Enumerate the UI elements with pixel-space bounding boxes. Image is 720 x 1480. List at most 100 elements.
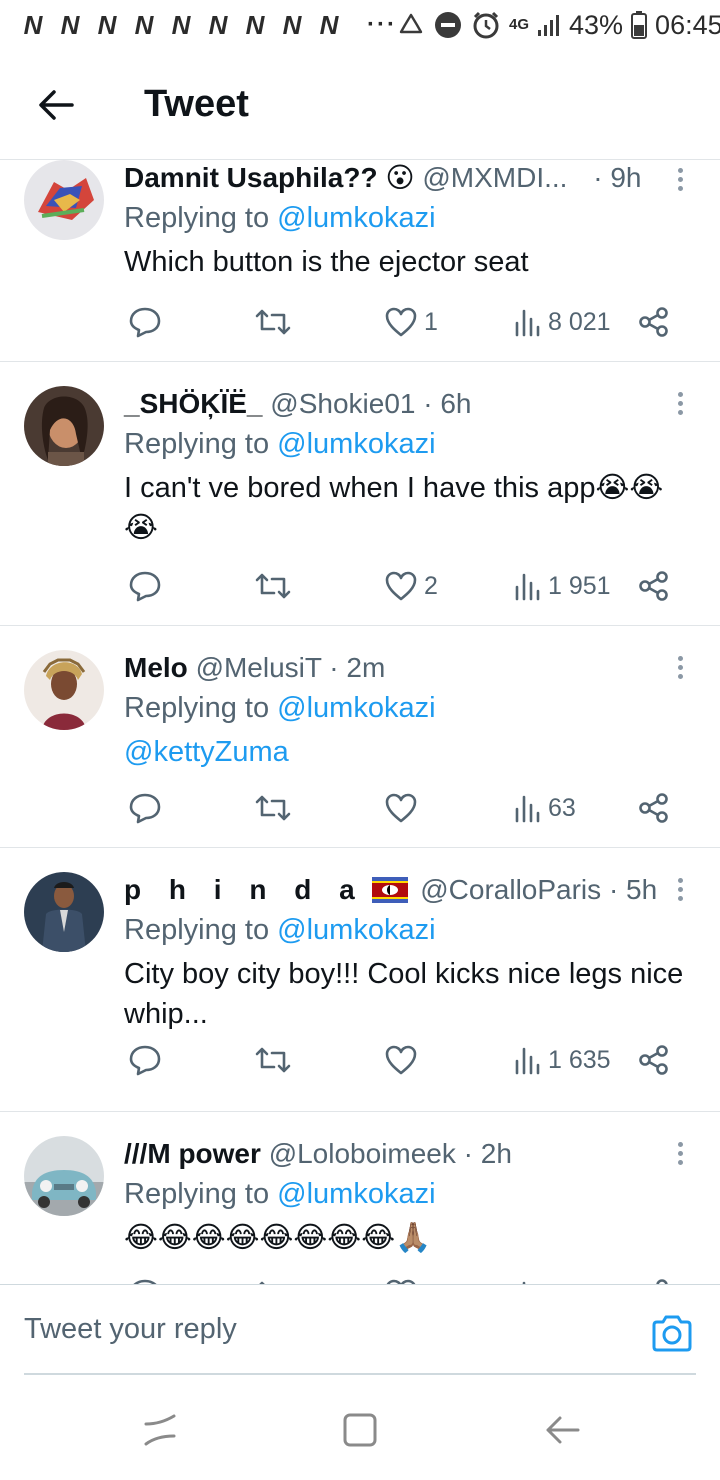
user-handle[interactable]: @MXMDI...	[422, 162, 567, 193]
back-arrow-icon	[39, 89, 74, 120]
retweet-icon	[255, 573, 291, 599]
more-options-button[interactable]	[668, 650, 692, 684]
alarm-icon	[473, 11, 499, 39]
status-right: 4G 43% 06:45	[397, 10, 720, 41]
views-button[interactable]: 8 021	[514, 302, 611, 342]
replying-to-mention[interactable]: @lumkokazi	[277, 202, 435, 234]
like-button[interactable]: 2	[384, 566, 438, 606]
reply-feed[interactable]: Damnit Usaphila?? 😮 @MXMDI... · 9h Reply…	[0, 160, 720, 1284]
display-name[interactable]: _SHÖĶÏË_	[124, 388, 263, 419]
views-icon	[515, 795, 540, 823]
home-button[interactable]	[340, 1410, 380, 1450]
retweet-icon	[255, 795, 291, 821]
tweet-reply[interactable]: _SHÖĶÏË_ @Shokie01 · 6h Replying to @lum…	[0, 362, 720, 626]
reply-input[interactable]	[24, 1313, 584, 1346]
tweet-actions	[124, 1274, 684, 1284]
reply-icon	[129, 793, 161, 824]
share-icon	[639, 793, 668, 823]
replying-to-mention[interactable]: @lumkokazi	[277, 914, 435, 946]
more-options-button[interactable]	[668, 1136, 692, 1170]
user-handle[interactable]: @MelusiT	[196, 652, 322, 683]
notification-icons: N N N N N N N N N	[16, 10, 345, 41]
tweet-time: · 6h	[423, 388, 472, 419]
more-options-button[interactable]	[668, 386, 692, 420]
tweet-reply[interactable]: Melo @MelusiT · 2m Replying to @lumkokaz…	[0, 626, 720, 848]
display-name[interactable]: p h i n d a	[124, 874, 365, 905]
reply-button[interactable]	[128, 788, 162, 828]
like-icon	[385, 1045, 417, 1075]
notification-icon: N	[60, 9, 80, 40]
view-count: 63	[548, 793, 576, 822]
reply-button[interactable]	[128, 1274, 162, 1284]
like-button[interactable]: 1	[384, 302, 438, 342]
views-button[interactable]	[514, 1274, 542, 1284]
avatar[interactable]	[24, 1136, 104, 1216]
tweet-time: · 2m	[329, 652, 386, 683]
replying-to-mention[interactable]: @lumkokazi	[277, 1178, 435, 1210]
replying-to-mention[interactable]: @lumkokazi	[277, 428, 435, 460]
reply-button[interactable]	[128, 1040, 162, 1080]
display-name[interactable]: Melo	[124, 652, 188, 683]
replying-to: Replying to @lumkokazi	[124, 910, 680, 950]
display-name[interactable]: ///M power	[124, 1138, 261, 1169]
share-button[interactable]	[638, 1040, 670, 1080]
tweet-meta: ///M power @Loloboimeek · 2h	[124, 1136, 680, 1172]
page-title: Tweet	[144, 83, 249, 125]
retweet-button[interactable]	[254, 302, 292, 342]
retweet-button[interactable]	[254, 1040, 292, 1080]
share-button[interactable]	[638, 788, 670, 828]
avatar[interactable]	[24, 650, 104, 730]
more-options-button[interactable]	[668, 872, 692, 906]
user-handle[interactable]: @Loloboimeek	[269, 1138, 456, 1169]
retweet-icon	[255, 1047, 291, 1073]
share-button[interactable]	[638, 302, 670, 342]
view-count: 1 635	[548, 1045, 611, 1074]
reply-button[interactable]	[128, 566, 162, 606]
display-name[interactable]: Damnit Usaphila?? 😮	[124, 162, 415, 193]
share-icon	[639, 571, 668, 601]
camera-button[interactable]	[650, 1313, 694, 1353]
recents-button[interactable]	[140, 1410, 180, 1450]
back-button[interactable]	[0, 50, 112, 159]
notification-icon: N	[23, 9, 43, 40]
network-type: 4G	[508, 16, 529, 33]
replying-to-mention[interactable]: @lumkokazi	[277, 692, 435, 724]
like-icon	[385, 307, 417, 337]
views-button[interactable]: 63	[514, 788, 576, 828]
replying-to-label: Replying to	[124, 692, 278, 724]
status-overflow-dots: ···	[367, 11, 397, 38]
like-button[interactable]	[384, 788, 418, 828]
user-handle[interactable]: @Shokie01	[270, 388, 415, 419]
composer-underline	[24, 1373, 696, 1375]
recycle-icon	[399, 13, 423, 34]
more-options-button[interactable]	[668, 162, 692, 196]
reply-button[interactable]	[128, 302, 162, 342]
flag-icon	[372, 877, 409, 903]
tweet-actions: 63	[124, 788, 684, 828]
like-button[interactable]	[384, 1274, 418, 1284]
share-button[interactable]	[638, 566, 670, 606]
tweet-reply[interactable]: ///M power @Loloboimeek · 2h Replying to…	[0, 1112, 720, 1284]
share-button[interactable]	[638, 1274, 670, 1284]
avatar[interactable]	[24, 160, 104, 240]
avatar[interactable]	[24, 872, 104, 952]
user-handle[interactable]: @CoralloParis	[420, 874, 601, 905]
view-count: 1 951	[548, 571, 611, 600]
avatar[interactable]	[24, 386, 104, 466]
like-count: 1	[424, 307, 438, 336]
tweet-reply[interactable]: Damnit Usaphila?? 😮 @MXMDI... · 9h Reply…	[0, 160, 720, 362]
like-button[interactable]	[384, 1040, 418, 1080]
retweet-button[interactable]	[254, 566, 292, 606]
tweet-meta: Damnit Usaphila?? 😮 @MXMDI... · 9h	[124, 160, 680, 196]
views-button[interactable]: 1 951	[514, 566, 611, 606]
reply-icon	[129, 1045, 161, 1076]
back-nav-button[interactable]	[542, 1410, 582, 1450]
notification-icon: N	[245, 9, 265, 40]
tweet-text-line-2: whip...	[124, 998, 208, 1030]
views-button[interactable]: 1 635	[514, 1040, 611, 1080]
tweet-text[interactable]: @kettyZuma	[124, 732, 680, 772]
notification-icon: N	[171, 9, 191, 40]
retweet-button[interactable]	[254, 788, 292, 828]
retweet-button[interactable]	[254, 1274, 292, 1284]
tweet-reply[interactable]: p h i n d a @CoralloParis · 5h Replying …	[0, 848, 720, 1112]
